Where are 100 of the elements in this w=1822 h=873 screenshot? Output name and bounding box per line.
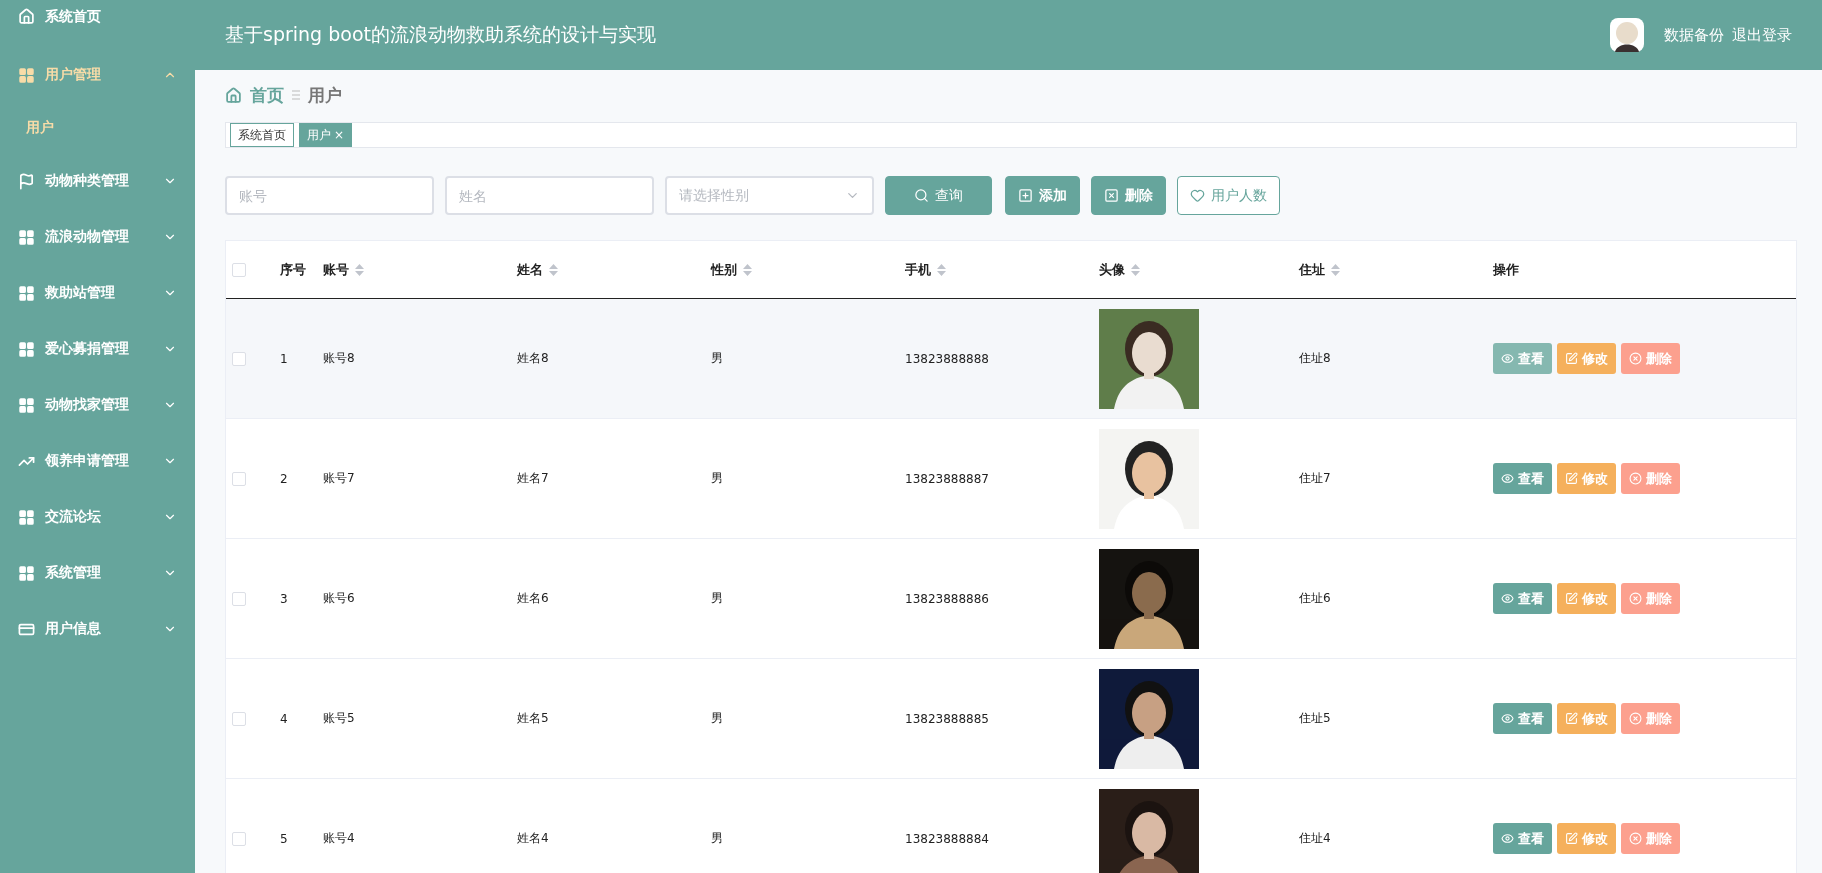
breadcrumb-item[interactable]: 首页 [250, 83, 284, 107]
close-icon[interactable]: × [334, 128, 345, 142]
table-cell-text: 账号4 [323, 830, 356, 847]
eye-icon [1501, 472, 1514, 485]
header-link[interactable]: 退出登录 [1732, 25, 1792, 45]
action-button[interactable]: 删除 [1621, 463, 1680, 494]
grid-icon [18, 508, 35, 526]
table-cell-text: 账号6 [323, 590, 356, 607]
stats-button[interactable]: 用户人数 [1177, 176, 1280, 215]
sidebar-item[interactable]: 系统首页 [0, 0, 195, 47]
checkbox[interactable] [232, 831, 246, 846]
grid-icon [18, 396, 35, 414]
sidebar-item[interactable]: 爱心募捐管理 [0, 321, 195, 377]
sidebar-item[interactable]: 动物种类管理 [0, 153, 195, 209]
sort-icon[interactable] [937, 263, 946, 276]
table-cell-text: 3 [280, 591, 289, 606]
eye-icon [1501, 712, 1514, 725]
action-button[interactable]: 查看 [1493, 583, 1552, 614]
checkbox[interactable] [232, 711, 246, 726]
checkbox[interactable] [232, 262, 246, 277]
action-button[interactable]: 修改 [1557, 343, 1616, 374]
x-circle-icon [1629, 352, 1642, 365]
table-cell-text: 13823888885 [905, 711, 990, 726]
sidebar-item[interactable]: 动物找家管理 [0, 377, 195, 433]
add-button[interactable]: 添加 [1005, 176, 1080, 215]
table-cell-text: 男 [711, 590, 724, 607]
column-title: 序号 [280, 260, 306, 279]
table-cell-text: 1 [280, 351, 289, 366]
eye-icon [1501, 832, 1514, 845]
x-circle-icon [1629, 592, 1642, 605]
table-row[interactable]: 1 账号8 姓名8 男 13823888888 住址8 查看 修改 删除 [226, 299, 1796, 419]
sidebar-item[interactable]: 领养申请管理 [0, 433, 195, 489]
sort-icon[interactable] [1131, 263, 1140, 276]
table-cell-text: 13823888884 [905, 831, 990, 846]
table-cell-text: 5 [280, 831, 289, 846]
sidebar-item[interactable]: 救助站管理 [0, 265, 195, 321]
sidebar-item[interactable]: 用户信息 [0, 601, 195, 657]
sort-icon[interactable] [1331, 263, 1340, 276]
sort-icon[interactable] [743, 263, 752, 276]
action-button[interactable]: 删除 [1621, 703, 1680, 734]
home-icon [225, 86, 242, 104]
grid-icon [18, 228, 35, 246]
action-button[interactable]: 修改 [1557, 583, 1616, 614]
sidebar-item[interactable]: 系统管理 [0, 545, 195, 601]
page-tab[interactable]: 系统首页 [230, 123, 294, 147]
table-cell-text: 13823888886 [905, 591, 990, 606]
table-cell-text: 账号7 [323, 470, 356, 487]
avatar[interactable] [1610, 18, 1644, 52]
column-title: 头像 [1099, 260, 1125, 279]
action-button[interactable]: 修改 [1557, 703, 1616, 734]
edit-icon [1565, 712, 1578, 725]
gender-select[interactable]: 请选择性别 [665, 176, 874, 215]
table-cell-text: 账号8 [323, 350, 356, 367]
sidebar-item[interactable]: 用户管理 [0, 47, 195, 103]
search-field[interactable]: 姓名 [445, 176, 654, 215]
search-button[interactable]: 查询 [885, 176, 992, 215]
table-cell-text: 男 [711, 470, 724, 487]
grid-icon [18, 564, 35, 582]
action-button[interactable]: 查看 [1493, 823, 1552, 854]
grid-icon [18, 340, 35, 358]
x-circle-icon [1629, 712, 1642, 725]
x-circle-icon [1629, 832, 1642, 845]
table-cell-text: 住址8 [1299, 350, 1332, 367]
sort-icon[interactable] [355, 263, 364, 276]
action-button[interactable]: 查看 [1493, 703, 1552, 734]
eye-icon [1501, 592, 1514, 605]
checkbox[interactable] [232, 471, 246, 486]
column-title: 账号 [323, 260, 349, 279]
delete-button[interactable]: 删除 [1091, 176, 1166, 215]
action-button[interactable]: 删除 [1621, 583, 1680, 614]
separator-icon [292, 90, 300, 100]
eye-icon [1501, 352, 1514, 365]
sort-icon[interactable] [549, 263, 558, 276]
table-cell-text: 姓名6 [517, 590, 550, 607]
home-icon [18, 8, 35, 25]
x-circle-icon [1629, 472, 1642, 485]
action-button[interactable]: 查看 [1493, 463, 1552, 494]
checkbox[interactable] [232, 351, 246, 366]
sidebar-item[interactable]: 交流论坛 [0, 489, 195, 545]
action-button[interactable]: 修改 [1557, 463, 1616, 494]
grid-icon [18, 284, 35, 302]
action-button[interactable]: 删除 [1621, 343, 1680, 374]
action-button[interactable]: 删除 [1621, 823, 1680, 854]
app-title: 基于spring boot的流浪动物救助系统的设计与实现 [225, 22, 657, 47]
page-tab[interactable]: 用户 × [299, 123, 353, 147]
action-button[interactable]: 查看 [1493, 343, 1552, 374]
heart-icon [1190, 188, 1205, 203]
search-icon [914, 188, 929, 203]
search-field[interactable]: 账号 [225, 176, 434, 215]
sidebar-item[interactable]: 流浪动物管理 [0, 209, 195, 265]
edit-icon [1565, 352, 1578, 365]
column-title: 性别 [711, 260, 737, 279]
sidebar-subitem[interactable]: 用户 [0, 103, 195, 153]
action-button[interactable]: 修改 [1557, 823, 1616, 854]
checkbox[interactable] [232, 591, 246, 606]
table-cell-text: 姓名7 [517, 470, 550, 487]
column-title: 手机 [905, 260, 931, 279]
header-link[interactable]: 数据备份 [1664, 25, 1724, 45]
column-title: 姓名 [517, 260, 543, 279]
table-cell-text: 住址5 [1299, 710, 1332, 727]
